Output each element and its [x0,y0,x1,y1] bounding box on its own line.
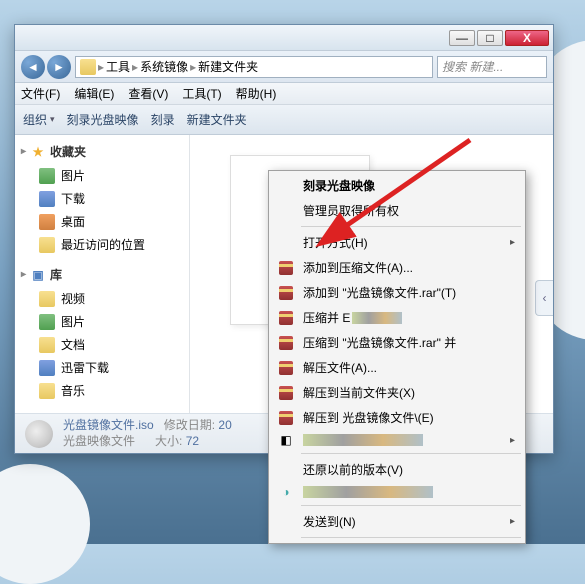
censored-text [352,312,402,324]
picture-icon [39,168,55,184]
breadcrumb-item[interactable]: 工具 [106,58,130,75]
sidebar-item-downloads[interactable]: 下载 [21,187,183,210]
picture-icon [39,314,55,330]
toolbar-burn-image[interactable]: 刻录光盘映像 [67,111,139,128]
menu-bar: 文件(F) 编辑(E) 查看(V) 工具(T) 帮助(H) [15,83,553,105]
winrar-icon [279,311,293,325]
cm-compress-to-and[interactable]: 压缩到 "光盘镜像文件.rar" 并 [271,330,523,355]
download-icon [39,360,55,376]
generic-icon: ◧ [277,431,295,449]
cm-add-to-rar[interactable]: 添加到 "光盘镜像文件.rar"(T) [271,280,523,305]
sidebar-item-desktop[interactable]: 桌面 [21,210,183,233]
preview-toggle[interactable]: ‹ [535,280,553,316]
censored-text [303,434,423,446]
minimize-button[interactable]: — [449,30,475,46]
menu-view[interactable]: 查看(V) [128,85,168,102]
cm-send-to[interactable]: 发送到(N) [271,509,523,534]
cm-burn-image[interactable]: 刻录光盘映像 [271,173,523,198]
titlebar: — □ X [15,25,553,51]
winrar-icon [279,286,293,300]
folder-icon [39,237,55,253]
cm-extract-to[interactable]: 解压到 光盘镜像文件\(E) [271,405,523,430]
nav-forward-button[interactable]: ► [47,55,71,79]
toolbar-new-folder[interactable]: 新建文件夹 [187,111,247,128]
library-icon: ▣ [30,267,46,283]
generic-icon: ◑ [277,483,295,501]
sidebar-libraries-header[interactable]: ▣ 库 [21,266,183,283]
nav-back-button[interactable]: ◄ [21,55,45,79]
cm-censored-submenu[interactable]: ◧ [271,430,523,450]
sidebar-item-pictures-lib[interactable]: 图片 [21,310,183,333]
sidebar-favorites-header[interactable]: ★ 收藏夹 [21,143,183,160]
document-icon [39,337,55,353]
address-bar: ◄ ► ▸ 工具 ▸ 系统镜像 ▸ 新建文件夹 搜索 新建... [15,51,553,83]
desktop-icon [39,214,55,230]
breadcrumb-item[interactable]: 新建文件夹 [198,58,258,75]
sidebar-item-xunlei[interactable]: 迅雷下载 [21,356,183,379]
winrar-icon [279,386,293,400]
winrar-icon [279,261,293,275]
status-filetype: 光盘映像文件 [63,434,135,448]
breadcrumb-item[interactable]: 系统镜像 [140,58,188,75]
breadcrumb-bar[interactable]: ▸ 工具 ▸ 系统镜像 ▸ 新建文件夹 [75,56,433,78]
close-button[interactable]: X [505,30,549,46]
menu-edit[interactable]: 编辑(E) [74,85,114,102]
disc-icon [25,420,53,448]
winrar-icon [279,361,293,375]
sidebar-item-documents[interactable]: 文档 [21,333,183,356]
folder-icon [80,59,96,75]
sidebar-item-recent[interactable]: 最近访问的位置 [21,233,183,256]
cm-admin-ownership[interactable]: 管理员取得所有权 [271,198,523,223]
cm-restore-previous[interactable]: 还原以前的版本(V) [271,457,523,482]
censored-text [303,486,433,498]
toolbar-organize[interactable]: 组织 [23,111,55,128]
toolbar: 组织 刻录光盘映像 刻录 新建文件夹 [15,105,553,135]
video-icon [39,291,55,307]
cm-extract-here[interactable]: 解压到当前文件夹(X) [271,380,523,405]
maximize-button[interactable]: □ [477,30,503,46]
sidebar-item-videos[interactable]: 视频 [21,287,183,310]
menu-help[interactable]: 帮助(H) [236,85,277,102]
download-icon [39,191,55,207]
menu-tools[interactable]: 工具(T) [182,85,221,102]
star-icon: ★ [30,144,46,160]
context-menu: 刻录光盘映像 管理员取得所有权 打开方式(H) 添加到压缩文件(A)... 添加… [268,170,526,544]
sidebar-item-pictures[interactable]: 图片 [21,164,183,187]
toolbar-burn[interactable]: 刻录 [151,111,175,128]
menu-file[interactable]: 文件(F) [21,85,60,102]
cm-censored-item[interactable]: ◑ [271,482,523,502]
cm-open-with[interactable]: 打开方式(H) [271,230,523,255]
cm-extract-files[interactable]: 解压文件(A)... [271,355,523,380]
winrar-icon [279,411,293,425]
status-filename: 光盘镜像文件.iso [63,418,154,432]
cm-compress-and[interactable]: 压缩并 E [271,305,523,330]
winrar-icon [279,336,293,350]
sidebar-item-music[interactable]: 音乐 [21,379,183,402]
music-icon [39,383,55,399]
cm-add-to-archive[interactable]: 添加到压缩文件(A)... [271,255,523,280]
sidebar: ★ 收藏夹 图片 下载 桌面 最近访问的位置 ▣ 库 视频 图片 文档 迅雷下载… [15,135,190,413]
search-input[interactable]: 搜索 新建... [437,56,547,78]
